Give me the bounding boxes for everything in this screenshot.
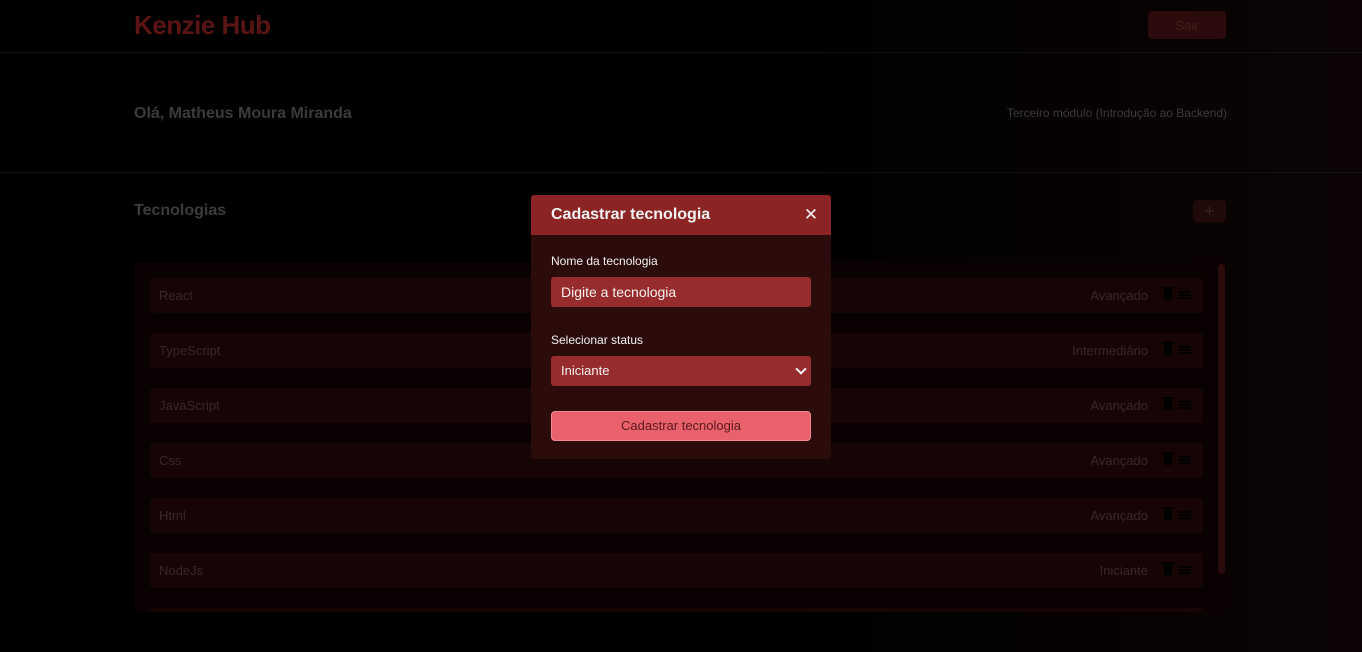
list-scrollbar[interactable] [1218,264,1225,574]
tech-name: JavaScript [159,398,220,413]
close-icon[interactable]: ✕ [801,205,821,225]
logo: Kenzie Hub [134,10,271,40]
tech-status: Iniciante [1099,563,1148,578]
edit-icon[interactable] [1179,291,1191,299]
tech-name: NodeJs [159,563,204,578]
trash-icon[interactable] [1162,342,1174,355]
tech-name: Html [159,508,186,523]
name-label: Nome da tecnologia [551,254,658,268]
modal-title: Cadastrar tecnologia [551,206,711,223]
technologies-title: Tecnologias [134,202,227,219]
list-item[interactable]: NodeJs Iniciante [150,553,1203,588]
course-module: Terceiro módulo (Introdução ao Backend) [1006,106,1227,120]
edit-icon[interactable] [1179,401,1191,409]
status-select-value: Iniciante [561,363,610,378]
tech-status: Avançado [1090,508,1148,523]
add-technology-button[interactable]: + [1193,200,1226,222]
trash-icon[interactable] [1162,452,1174,465]
add-technology-modal: Cadastrar tecnologia ✕ Nome da tecnologi… [531,195,831,459]
status-select[interactable]: Iniciante [551,356,811,386]
tech-name: Css [159,453,182,468]
tech-status: Intermediário [1072,343,1148,358]
profile-section: Olá, Matheus Moura Miranda Terceiro módu… [0,53,1362,173]
chevron-down-icon [795,363,807,375]
trash-icon[interactable] [1162,397,1174,410]
list-item[interactable]: Html Avançado [150,498,1203,533]
edit-icon[interactable] [1179,456,1191,464]
submit-technology-button[interactable]: Cadastrar tecnologia [551,411,811,441]
trash-icon[interactable] [1162,562,1174,575]
edit-icon[interactable] [1179,346,1191,354]
header: Kenzie Hub Sair [0,0,1362,53]
status-label: Selecionar status [551,333,644,347]
tech-name: React [159,288,193,303]
technology-name-input[interactable] [551,277,811,307]
tech-status: Avançado [1090,398,1148,413]
greeting: Olá, Matheus Moura Miranda [134,105,352,122]
logout-button[interactable]: Sair [1148,11,1226,39]
edit-icon[interactable] [1179,566,1191,574]
trash-icon[interactable] [1162,287,1174,300]
tech-status: Avançado [1090,288,1148,303]
tech-status: Avançado [1090,453,1148,468]
tech-name: TypeScript [159,343,221,358]
list-item-partial [150,608,1203,612]
trash-icon[interactable] [1162,507,1174,520]
modal-header: Cadastrar tecnologia ✕ [531,195,831,235]
edit-icon[interactable] [1179,511,1191,519]
